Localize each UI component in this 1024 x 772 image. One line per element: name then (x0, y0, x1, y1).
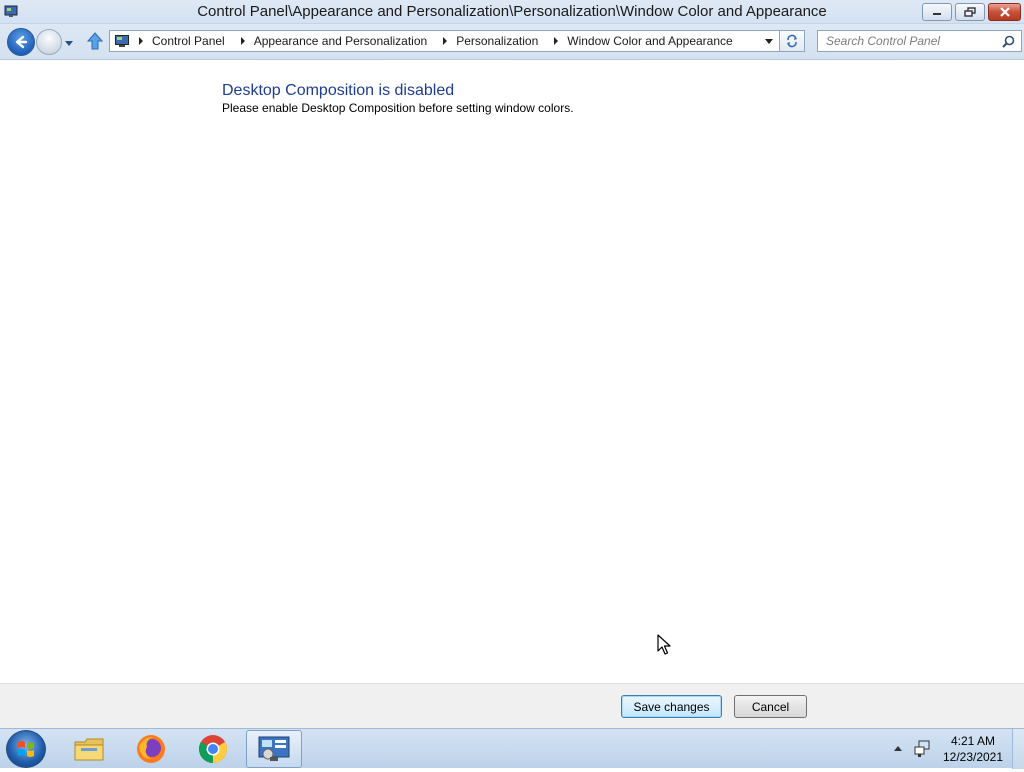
navigation-bar: Control Panel Appearance and Personaliza… (0, 24, 1024, 60)
file-explorer-icon (74, 738, 104, 761)
minimize-icon (933, 13, 941, 15)
taskbar-chrome[interactable] (185, 730, 241, 768)
cancel-button[interactable]: Cancel (734, 695, 807, 718)
show-desktop-button[interactable] (1012, 729, 1024, 769)
breadcrumb-root-arrow[interactable] (137, 37, 152, 45)
restore-button[interactable] (955, 3, 985, 21)
address-bar[interactable]: Control Panel Appearance and Personaliza… (109, 30, 780, 52)
breadcrumb-appearance-and-personalization[interactable]: Appearance and Personalization (254, 34, 456, 48)
back-arrow-icon (15, 35, 28, 49)
close-button[interactable] (988, 3, 1021, 21)
forward-button[interactable] (36, 29, 62, 55)
system-clock[interactable]: 4:21 AM 12/23/2021 (938, 733, 1008, 765)
search-input[interactable] (818, 31, 998, 51)
breadcrumb-control-panel[interactable]: Control Panel (152, 34, 254, 48)
search-icon[interactable] (1002, 35, 1015, 48)
show-hidden-icons-icon[interactable] (894, 746, 902, 751)
title-bar: Control Panel\Appearance and Personaliza… (0, 0, 1024, 24)
dialog-footer: Save changes Cancel (0, 683, 1024, 728)
breadcrumb-personalization[interactable]: Personalization (456, 34, 567, 48)
minimize-button[interactable] (922, 3, 952, 21)
taskbar-firefox[interactable] (123, 730, 179, 768)
clock-time: 4:21 AM (950, 734, 996, 748)
control-panel-icon (115, 34, 129, 47)
recent-pages-dropdown-icon[interactable] (64, 38, 74, 48)
page-heading: Desktop Composition is disabled (222, 82, 455, 99)
save-changes-button[interactable]: Save changes (621, 695, 722, 718)
clock-date: 12/23/2021 (942, 750, 1004, 764)
restore-icon (964, 7, 976, 17)
breadcrumb-window-color-and-appearance[interactable]: Window Color and Appearance (567, 34, 732, 48)
windows-start-icon (18, 741, 34, 757)
search-box[interactable] (817, 30, 1022, 52)
taskbar-file-explorer[interactable] (61, 730, 117, 768)
window-title: Control Panel\Appearance and Personaliza… (197, 3, 827, 20)
taskbar-control-panel[interactable] (246, 730, 302, 768)
network-icon[interactable] (914, 740, 932, 758)
start-button[interactable] (6, 730, 46, 768)
control-panel-icon (258, 736, 290, 761)
refresh-button[interactable] (780, 30, 805, 52)
up-one-level-icon[interactable] (86, 31, 104, 51)
mouse-cursor-icon (657, 634, 671, 655)
main-content: Desktop Composition is disabled Please e… (0, 61, 1024, 683)
taskbar: 4:21 AM 12/23/2021 (0, 728, 1024, 769)
address-history-dropdown-icon[interactable] (765, 39, 773, 44)
firefox-icon (137, 735, 165, 763)
close-icon (999, 7, 1010, 17)
refresh-icon (787, 34, 797, 48)
chrome-icon (199, 735, 227, 763)
info-message: Please enable Desktop Composition before… (222, 101, 574, 115)
back-button[interactable] (7, 28, 35, 56)
